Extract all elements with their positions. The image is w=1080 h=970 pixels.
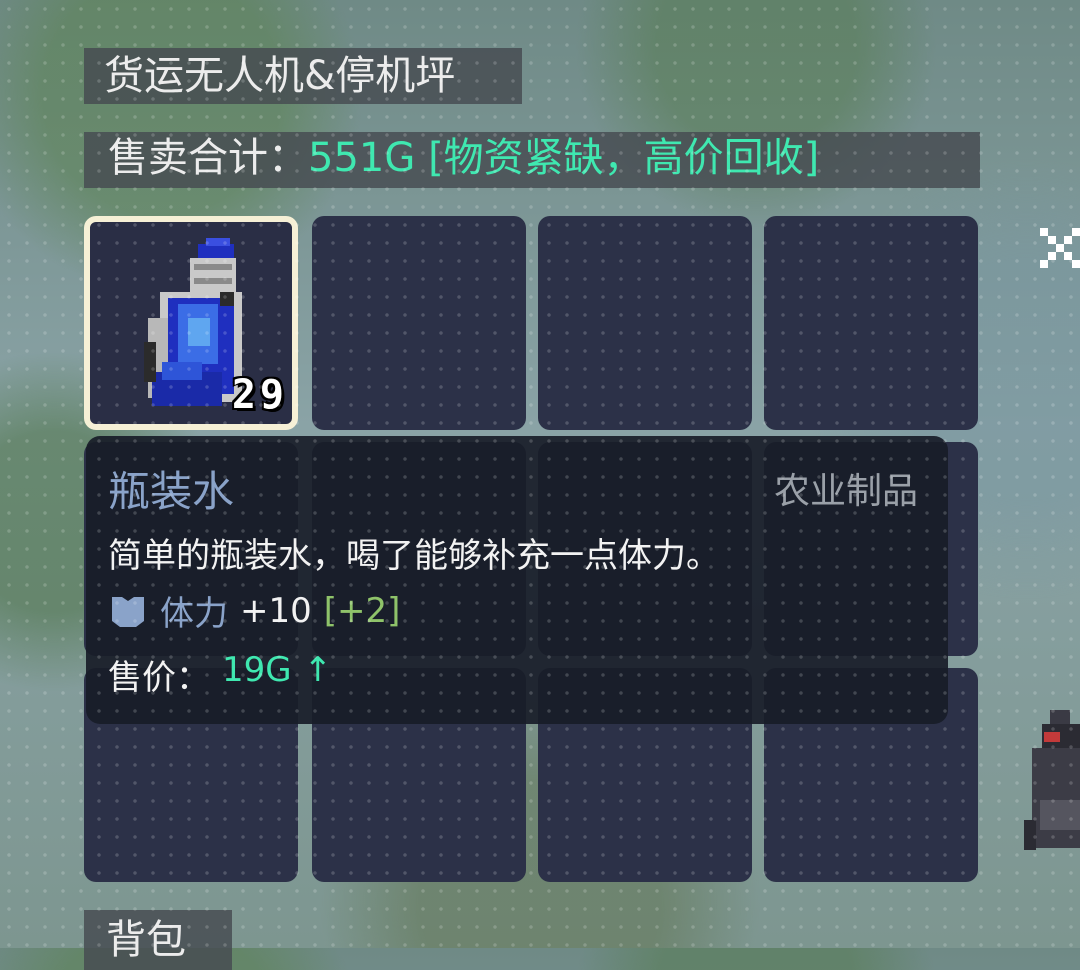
panel-title: 货运无人机&停机坪: [84, 48, 522, 104]
shield-icon: [112, 596, 144, 627]
item-tooltip: 瓶装水 农业制品 简单的瓶装水，喝了能够补充一点体力。 体力 +10 [+2] …: [86, 436, 948, 724]
stat-value: +10: [240, 590, 312, 631]
tooltip-item-name: 瓶装水: [108, 467, 235, 516]
stat-name: 体力: [160, 594, 228, 634]
close-icon[interactable]: [1036, 220, 1080, 274]
sale-total-bar: 售卖合计：551G [物资紧缺，高价回收]: [84, 132, 980, 188]
item-quantity: 29: [231, 372, 288, 418]
slot-2[interactable]: [312, 216, 526, 430]
sale-note: [物资紧缺，高价回收]: [428, 135, 820, 181]
price-label: 售价：: [108, 658, 210, 698]
sale-total-label: 售卖合计：: [108, 135, 308, 181]
slot-1-bottled-water[interactable]: 29: [84, 216, 298, 430]
slot-3[interactable]: [538, 216, 752, 430]
tooltip-stat: 体力 +10 [+2]: [108, 586, 400, 635]
price-value: 19G: [222, 650, 292, 690]
backpack-label: 背包: [84, 910, 232, 970]
tooltip-description: 简单的瓶装水，喝了能够补充一点体力。: [108, 536, 720, 576]
sale-total-value: 551G: [308, 135, 416, 181]
slot-4[interactable]: [764, 216, 978, 430]
character-sprite: [1024, 710, 1080, 850]
stat-bonus: [+2]: [323, 590, 401, 631]
price-up-arrow-icon: ↑: [303, 650, 333, 690]
tooltip-price: 售价： 19G ↑: [108, 650, 332, 699]
tooltip-item-category: 农业制品: [773, 471, 918, 512]
